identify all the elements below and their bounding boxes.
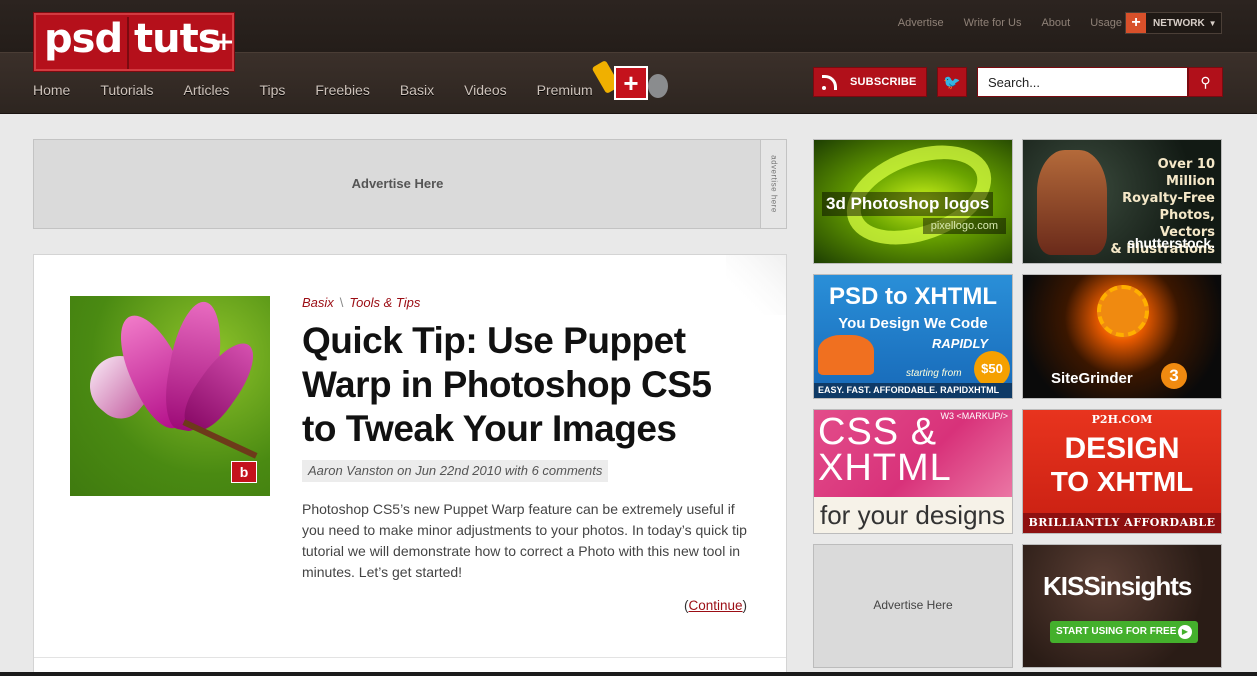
search-icon: ⚲ — [1200, 74, 1211, 90]
subscribe-label: SUBSCRIBE — [850, 76, 917, 88]
ad-cta-button[interactable]: START USING FOR FREE ▶ — [1050, 621, 1198, 643]
topnav-advertise[interactable]: Advertise — [898, 17, 944, 29]
twitter-bird-icon: 🐦 — [943, 74, 961, 90]
rss-icon — [821, 73, 839, 91]
nav-tutorials[interactable]: Tutorials — [100, 82, 153, 98]
nav-home[interactable]: Home — [33, 82, 70, 98]
site-header: psd tuts + Advertise Write for Us About … — [0, 0, 1257, 114]
logo-plus: + — [213, 27, 235, 57]
premium-icon[interactable]: + — [591, 52, 674, 102]
ad-brand: KISSinsights — [1043, 571, 1192, 601]
category-tools-tips[interactable]: Tools & Tips — [349, 295, 420, 310]
flower-stem — [182, 419, 258, 459]
ad-headline-1: DESIGN — [1064, 432, 1180, 465]
logo-tuts: tuts — [134, 16, 222, 62]
arrow-right-icon: ▶ — [1178, 625, 1192, 639]
basix-badge-icon: b — [231, 461, 257, 483]
ad-tagline: for your designs — [814, 497, 1012, 533]
post-divider — [34, 657, 786, 658]
logo-psd: psd — [44, 16, 123, 62]
topnav-about[interactable]: About — [1041, 17, 1070, 29]
ad-subtitle: pixellogo.com — [922, 218, 1006, 234]
category-separator: \ — [339, 295, 344, 310]
bird-icon — [648, 74, 668, 98]
nav-freebies[interactable]: Freebies — [315, 82, 369, 98]
ad-brand: shutterstock. — [1127, 235, 1215, 251]
ad-tagline: You Design We Code — [838, 315, 988, 332]
sidebar-ad-kissinsights[interactable]: KISSinsights START USING FOR FREE ▶ — [1022, 544, 1222, 668]
ad-headline-2: XHTML — [818, 447, 952, 489]
post-categories: Basix \ Tools & Tips — [302, 295, 420, 310]
ad-illustration — [1037, 150, 1107, 255]
robot-mascot-icon — [818, 335, 874, 375]
window-bottom-edge — [0, 672, 1257, 676]
nav-articles[interactable]: Articles — [184, 82, 230, 98]
sidebar-ad-rapidxhtml[interactable]: PSD to XHTML You Design We Code RAPIDLY … — [813, 274, 1013, 399]
site-logo[interactable]: psd tuts + — [33, 12, 235, 72]
network-plus-icon: + — [1126, 13, 1146, 33]
category-basix[interactable]: Basix — [302, 295, 334, 310]
ad-starting-from: starting from — [906, 368, 962, 379]
ad-line: Royalty-Free — [1122, 191, 1215, 206]
ad-brand: P2H.COM — [1091, 413, 1153, 426]
sidebar-ad-p2h[interactable]: P2H.COM DESIGN TO XHTML BRILLIANTLY AFFO… — [1022, 409, 1222, 534]
ad-cta-label: START USING FOR FREE — [1056, 626, 1177, 637]
ad-emphasis: RAPIDLY — [932, 336, 989, 351]
banner-ad-text: Advertise Here — [351, 176, 444, 191]
topnav-usage[interactable]: Usage — [1090, 17, 1122, 29]
ad-title: 3d Photoshop logos — [822, 192, 994, 216]
nav-premium[interactable]: Premium — [537, 82, 593, 98]
sidebar-ad-placeholder[interactable]: Advertise Here — [813, 544, 1013, 668]
logo-separator — [127, 17, 129, 69]
ad-strip: EASY. FAST. AFFORDABLE. RAPIDXHTML — [814, 383, 1012, 398]
search-form: ⚲ — [977, 67, 1223, 97]
nav-videos[interactable]: Videos — [464, 82, 507, 98]
post-thumbnail[interactable]: b — [70, 296, 270, 496]
main-nav: Home Tutorials Articles Tips Freebies Ba… — [33, 82, 623, 98]
top-nav: Advertise Write for Us About Usage — [878, 16, 1122, 30]
search-button[interactable]: ⚲ — [1188, 67, 1223, 97]
twitter-button[interactable]: 🐦 — [937, 67, 967, 97]
banner-ad-tab-label: advertise here — [769, 155, 778, 213]
ad-version-badge: 3 — [1161, 363, 1187, 389]
ad-strip: BRILLIANTLY AFFORDABLE — [1023, 513, 1221, 533]
post-page-curl — [726, 255, 786, 315]
sidebar-ad-w3markup[interactable]: W3 <MARKUP/> CSS & XHTML for your design… — [813, 409, 1013, 534]
ad-price-badge: $50 — [974, 351, 1010, 387]
subscribe-button[interactable]: SUBSCRIBE — [813, 67, 927, 97]
ad-headline-2: TO XHTML — [1050, 466, 1194, 497]
continue-link[interactable]: Continue — [689, 598, 743, 613]
post-card: b Basix \ Tools & Tips Quick Tip: Use Pupp… — [33, 254, 787, 676]
banner-ad-tab[interactable]: advertise here — [760, 140, 786, 228]
caret-down-icon: ▼ — [1208, 18, 1217, 28]
premium-plus-icon: + — [614, 66, 648, 100]
post-title[interactable]: Quick Tip: Use Puppet Warp in Photoshop … — [302, 319, 742, 451]
nav-tips[interactable]: Tips — [259, 82, 285, 98]
topnav-write-for-us[interactable]: Write for Us — [964, 17, 1022, 29]
sidebar-ad-sitegrinder[interactable]: SiteGrinder 3 — [1022, 274, 1222, 399]
ad-product-name: SiteGrinder — [1051, 370, 1133, 387]
top-banner-ad[interactable]: Advertise Here advertise here — [33, 139, 787, 229]
ad-line: Over 10 Million — [1157, 157, 1215, 189]
post-meta: Aaron Vanston on Jun 22nd 2010 with 6 co… — [302, 460, 609, 482]
search-input[interactable] — [977, 67, 1188, 97]
gear-icon — [1097, 285, 1149, 337]
ad-headline-1: CSS & — [818, 411, 938, 453]
ad-title: PSD to XHTML — [829, 283, 997, 310]
sidebar-ad-shutterstock[interactable]: Over 10 Million Royalty-Free Photos, Vec… — [1022, 139, 1222, 264]
post-continue: (Continue) — [684, 598, 748, 613]
network-label: NETWORK — [1153, 17, 1205, 29]
sidebar-ad-pixellogo[interactable]: 3d Photoshop logos pixellogo.com — [813, 139, 1013, 264]
nav-basix[interactable]: Basix — [400, 82, 434, 98]
ad-placeholder-label: Advertise Here — [873, 598, 953, 612]
post-excerpt: Photoshop CS5’s new Puppet Warp feature … — [302, 501, 747, 580]
ad-brand-tag: W3 <MARKUP/> — [940, 411, 1008, 421]
network-dropdown[interactable]: + NETWORK ▼ — [1125, 12, 1222, 34]
